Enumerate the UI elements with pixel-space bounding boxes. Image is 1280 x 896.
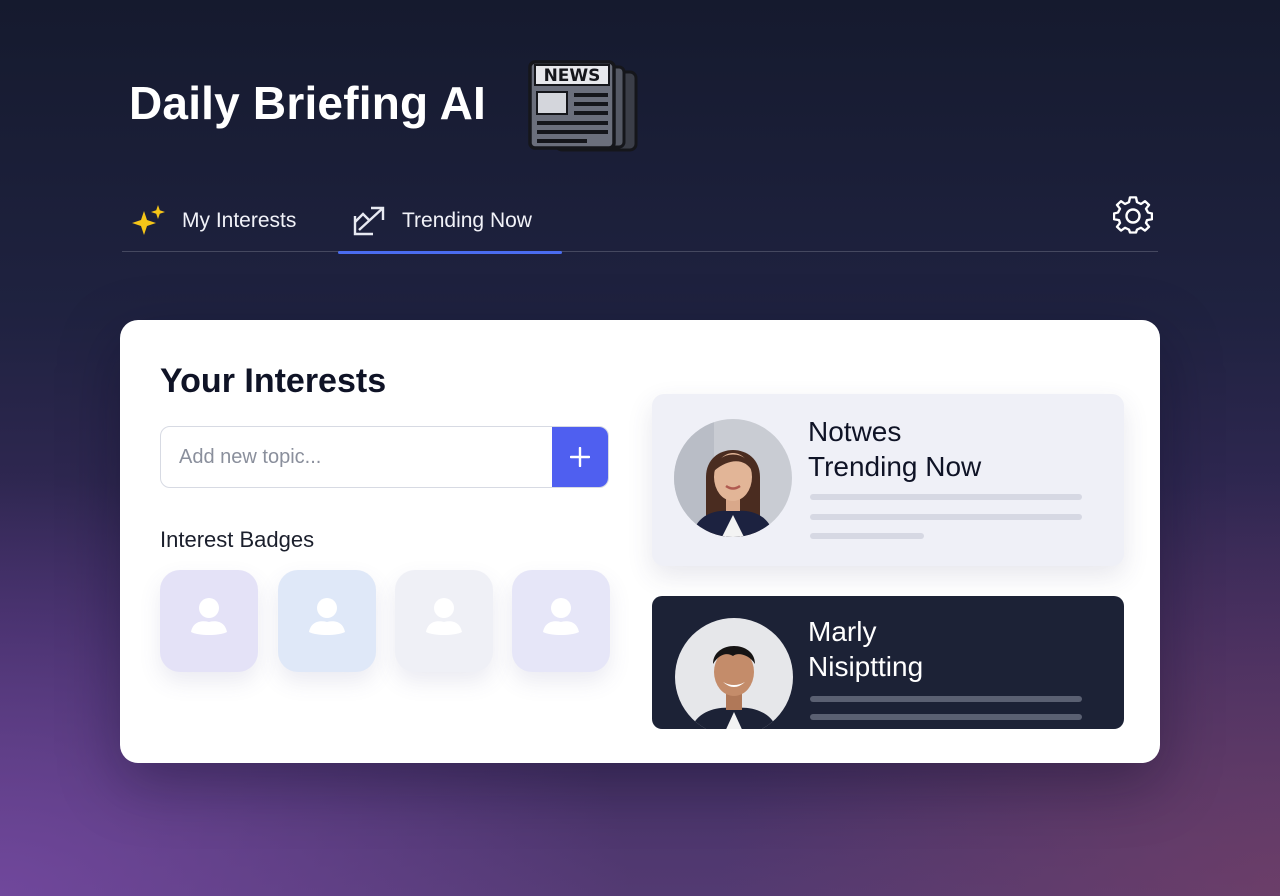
woman-portrait-icon xyxy=(674,419,792,537)
news-title: Marly Nisiptting xyxy=(808,616,924,682)
tab-label: My Interests xyxy=(182,209,297,232)
text-placeholder-line xyxy=(810,514,1082,520)
svg-text:NEWS: NEWS xyxy=(544,66,601,86)
badges-label: Interest Badges xyxy=(160,527,315,552)
text-placeholder-line xyxy=(810,494,1082,500)
tab-label: Trending Now xyxy=(402,209,532,232)
add-topic-button[interactable] xyxy=(552,427,608,487)
news-item-trending[interactable]: Notwes Trending Now xyxy=(652,394,1124,566)
avatar xyxy=(675,618,793,729)
section-title: Your Interests xyxy=(160,362,387,400)
man-portrait-icon xyxy=(675,618,793,729)
user-icon xyxy=(426,598,462,635)
plus-icon xyxy=(570,447,590,467)
sparkles-icon xyxy=(132,205,165,235)
user-icon xyxy=(543,598,579,635)
tab-trending-now[interactable]: Trending Now xyxy=(338,190,562,254)
interests-card: Your Interests Interest Badges xyxy=(120,320,1160,763)
news-item-dark[interactable]: Marly Nisiptting xyxy=(652,596,1124,729)
text-placeholder-line xyxy=(810,714,1082,720)
user-icon xyxy=(191,598,227,635)
interest-badge[interactable] xyxy=(278,570,376,672)
trending-arrow-icon xyxy=(353,206,385,236)
text-placeholder-line xyxy=(810,533,924,539)
tab-my-interests[interactable]: My Interests xyxy=(132,190,296,252)
user-icon xyxy=(309,598,345,635)
interest-badge[interactable] xyxy=(160,570,258,672)
topic-input[interactable] xyxy=(161,427,553,487)
gear-icon[interactable] xyxy=(1113,196,1153,236)
text-placeholder-line xyxy=(810,696,1082,702)
tab-bar: My Interests Trending Now xyxy=(122,190,1158,254)
interest-badge[interactable] xyxy=(512,570,610,672)
news-title: Notwes Trending Now xyxy=(808,416,982,482)
avatar xyxy=(674,419,792,537)
interest-badges xyxy=(160,570,612,674)
newspaper-icon: NEWS xyxy=(528,60,638,152)
app-title: Daily Briefing AI xyxy=(129,77,486,129)
interest-badge[interactable] xyxy=(395,570,493,672)
add-topic-form xyxy=(160,426,609,488)
